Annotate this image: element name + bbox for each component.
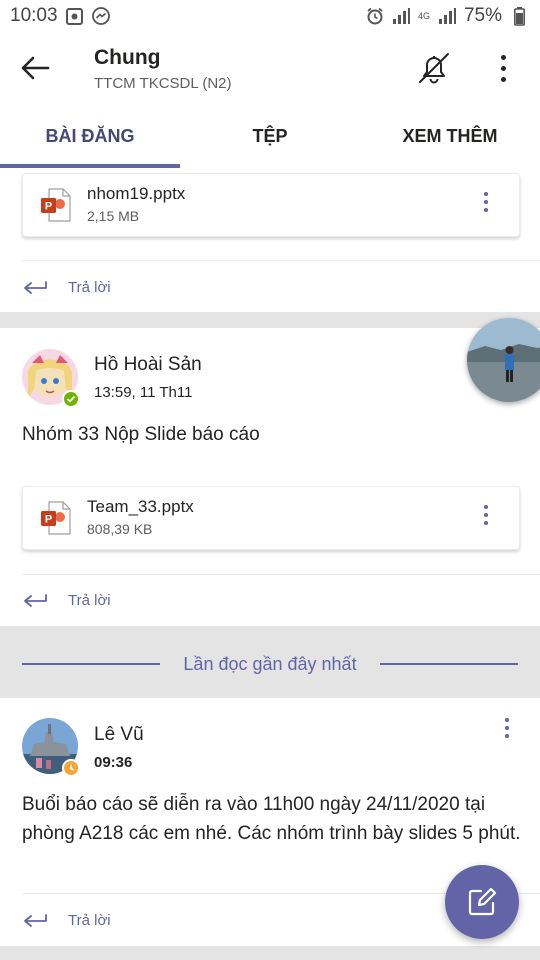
- team-name: TTCM TKCSDL (N2): [94, 75, 232, 92]
- svg-text:P: P: [45, 201, 52, 213]
- more-vertical-icon-dot: [484, 200, 488, 204]
- reply-icon: [24, 914, 47, 927]
- message-text: Nhóm 33 Nộp Slide báo cáo: [22, 424, 260, 445]
- more-vertical-icon-dot: [500, 76, 506, 82]
- file-size: 808,39 KB: [87, 521, 153, 537]
- more-options-button[interactable]: [490, 52, 516, 84]
- svg-text:P: P: [45, 514, 52, 526]
- last-read-divider: Lần đọc gần đây nhất: [0, 636, 540, 692]
- reply-button[interactable]: Trả lời: [22, 588, 111, 612]
- post-card: Hồ Hoài Sản 13:59, 11 Th11 Nhóm 33 Nộp S…: [0, 328, 540, 626]
- reply-button[interactable]: Trả lời: [22, 275, 111, 299]
- file-size: 2,15 MB: [87, 208, 140, 224]
- status-time: 10:03: [10, 5, 58, 26]
- tab-posts[interactable]: BÀI ĐĂNG: [0, 104, 180, 168]
- more-vertical-icon: [500, 54, 506, 60]
- divider: [22, 574, 540, 575]
- channel-title: Chung: [94, 46, 161, 69]
- presence-available-icon: [62, 390, 80, 408]
- tab-more[interactable]: XEM THÊM: [360, 104, 540, 168]
- signal-icon: [392, 7, 410, 25]
- channel-header: Chung TTCM TKCSDL (N2): [0, 32, 540, 104]
- alarm-icon: [366, 7, 384, 25]
- file-more-button[interactable]: [481, 192, 491, 218]
- more-vertical-icon-dot: [505, 726, 509, 730]
- message-text: Buổi báo cáo sẽ diễn ra vào 11h00 ngày 2…: [22, 794, 521, 844]
- more-vertical-icon-dot: [484, 513, 488, 517]
- back-arrow-icon: [21, 56, 50, 80]
- more-vertical-icon-dot: [505, 734, 509, 738]
- status-bar: 10:03 4G 75%: [0, 0, 540, 32]
- reply-icon: [24, 281, 47, 294]
- bell-muted-icon: [419, 53, 449, 84]
- network-type: 4G: [417, 10, 430, 21]
- more-vertical-icon: [484, 192, 488, 196]
- file-more-button[interactable]: [481, 505, 491, 531]
- file-attachment[interactable]: P Team_33.pptx 808,39 KB: [22, 486, 520, 550]
- powerpoint-icon: P: [41, 188, 71, 222]
- divider-line: [22, 663, 160, 665]
- post-more-button[interactable]: [502, 718, 512, 744]
- messenger-icon: [91, 7, 110, 25]
- reply-icon: [24, 594, 47, 607]
- more-vertical-icon: [484, 505, 488, 509]
- compose-icon: [468, 887, 497, 916]
- reply-label: Trả lời: [68, 591, 111, 609]
- battery-percent: 75%: [463, 5, 502, 26]
- signal-icon: [438, 7, 456, 25]
- file-name: nhom19.pptx: [87, 184, 186, 203]
- channel-tabs: BÀI ĐĂNG TỆP XEM THÊM: [0, 104, 540, 168]
- powerpoint-icon: P: [41, 501, 71, 535]
- reply-label: Trả lời: [68, 911, 111, 929]
- new-post-button[interactable]: [445, 865, 519, 939]
- post-time: 13:59, 11 Th11: [94, 384, 193, 401]
- file-name: Team_33.pptx: [87, 497, 194, 516]
- post-time: 09:36: [94, 754, 133, 771]
- more-vertical-icon-dot: [500, 65, 506, 71]
- last-read-label: Lần đọc gần đây nhất: [163, 653, 377, 675]
- reply-button[interactable]: Trả lời: [22, 908, 111, 932]
- tab-files[interactable]: TỆP: [180, 104, 360, 168]
- more-vertical-icon-dot: [484, 521, 488, 525]
- author-name[interactable]: Hồ Hoài Sản: [94, 354, 202, 376]
- back-button[interactable]: [18, 50, 54, 86]
- file-attachment[interactable]: P nhom19.pptx 2,15 MB: [22, 173, 520, 237]
- divider-line: [380, 663, 518, 665]
- reply-label: Trả lời: [68, 278, 111, 296]
- battery-icon: [510, 6, 528, 26]
- more-vertical-icon-dot: [484, 208, 488, 212]
- image-notification-icon: [66, 7, 84, 25]
- notification-toggle-button[interactable]: [414, 48, 454, 88]
- post-card: P nhom19.pptx 2,15 MB Trả lời: [0, 168, 540, 312]
- presence-away-icon: [62, 759, 80, 777]
- divider: [22, 260, 540, 261]
- author-name[interactable]: Lê Vũ: [94, 724, 144, 746]
- more-vertical-icon: [505, 718, 509, 722]
